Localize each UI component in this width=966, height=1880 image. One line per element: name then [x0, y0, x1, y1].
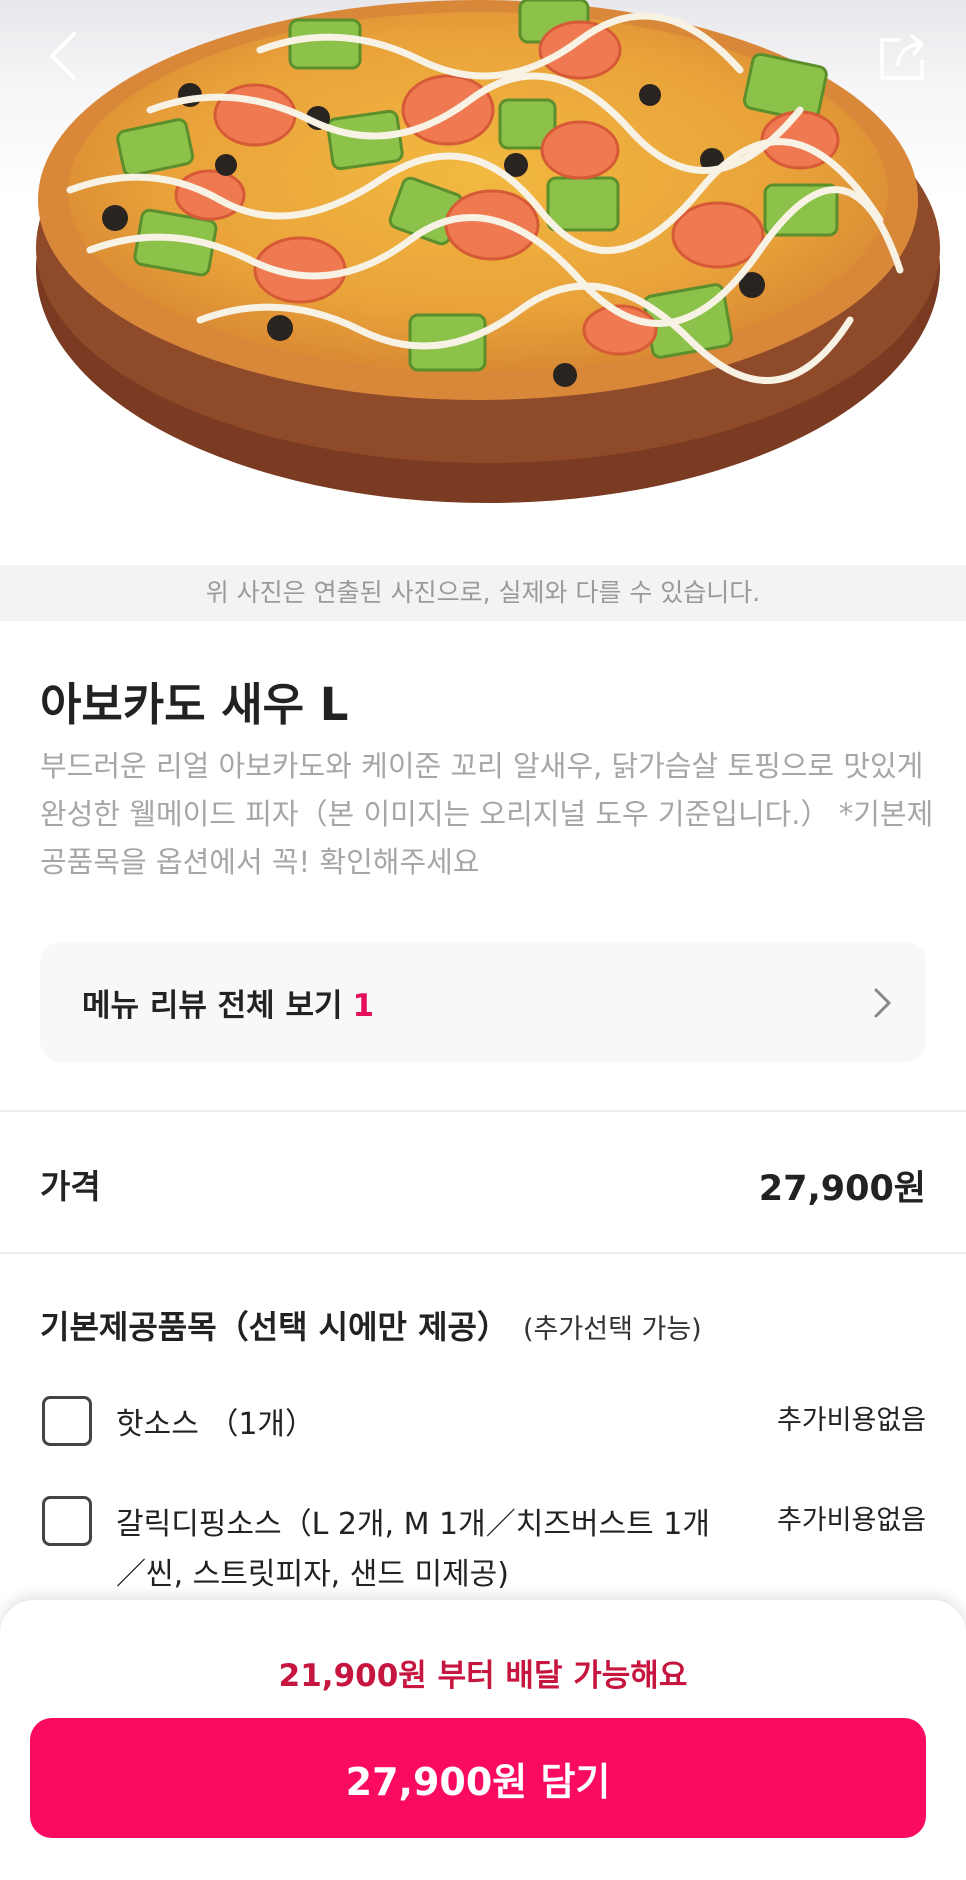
product-image [0, 0, 966, 565]
option-label-hot-sauce[interactable]: 핫소스 （1개） [116, 1400, 736, 1450]
product-title: 아보카도 새우 L [40, 678, 349, 731]
review-label: 메뉴 리뷰 전체 보기 [82, 988, 343, 1024]
review-label-row: 메뉴 리뷰 전체 보기 1 [82, 980, 374, 1025]
back-chevron-left-icon[interactable] [34, 24, 98, 88]
photo-disclaimer: 위 사진은 연출된 사진으로, 실제와 다를 수 있습니다. [0, 565, 966, 621]
add-to-cart-button[interactable]: 27,900원 담기 [30, 1718, 926, 1838]
option-label-garlic-dipping[interactable]: 갈릭디핑소스（L 2개, M 1개／치즈버스트 1개／씬, 스트릿피자, 샌드 … [116, 1500, 736, 1600]
options-section-title: 기본제공품목（선택 시에만 제공） (추가선택 가능) [40, 1302, 702, 1348]
order-bottom-sheet: 21,900원 부터 배달 가능해요 27,900원 담기 [0, 1600, 966, 1880]
divider [0, 1110, 966, 1112]
price-value: 27,900원 [758, 1169, 926, 1209]
option-price-garlic-dipping: 추가비용없음 [776, 1505, 926, 1536]
options-title: 기본제공품목（선택 시에만 제공） [40, 1308, 510, 1346]
options-subtitle: (추가선택 가능) [523, 1314, 702, 1345]
menu-review-button[interactable]: 메뉴 리뷰 전체 보기 1 [40, 942, 926, 1062]
product-description: 부드러운 리얼 아보카도와 케이준 꼬리 알새우, 닭가슴살 토핑으로 맛있게 … [40, 749, 934, 879]
price-label: 가격 [40, 1167, 101, 1206]
review-count: 1 [352, 988, 375, 1024]
divider [0, 1252, 966, 1254]
share-icon[interactable] [870, 24, 934, 88]
pizza-illustration [36, 0, 940, 503]
option-price-hot-sauce: 추가비용없음 [776, 1405, 926, 1436]
chevron-right-icon [874, 988, 891, 1018]
option-checkbox-hot-sauce[interactable] [42, 1396, 92, 1446]
minimum-order-notice: 21,900원 부터 배달 가능해요 [278, 1658, 688, 1694]
option-checkbox-garlic-dipping[interactable] [42, 1496, 92, 1546]
